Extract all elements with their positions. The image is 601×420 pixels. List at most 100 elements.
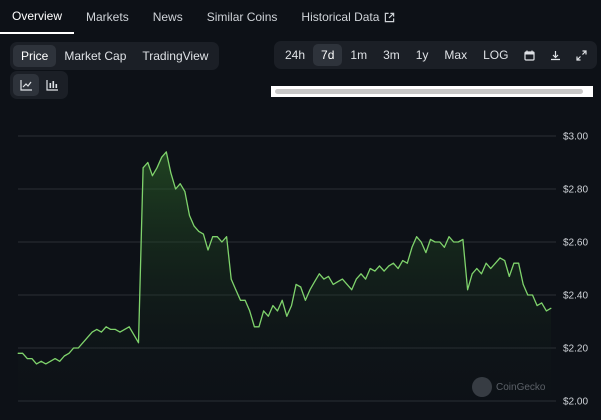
coingecko-watermark: CoinGecko xyxy=(472,377,545,397)
price-point xyxy=(22,352,24,354)
y-tick-label: $2.00 xyxy=(563,397,588,408)
tab-news[interactable]: News xyxy=(141,0,195,34)
line-chart-button[interactable] xyxy=(13,74,39,96)
coingecko-logo-icon xyxy=(472,377,492,397)
price-point xyxy=(253,326,255,328)
price-point xyxy=(383,270,385,272)
price-point xyxy=(267,315,269,317)
range-7d-button[interactable]: 7d xyxy=(313,44,343,66)
price-point xyxy=(151,175,153,177)
price-point xyxy=(513,262,515,264)
price-point xyxy=(91,331,93,333)
price-point xyxy=(351,289,353,291)
price-point xyxy=(374,270,376,272)
price-point xyxy=(522,283,524,285)
price-point xyxy=(550,307,552,309)
range-3m-button[interactable]: 3m xyxy=(375,44,408,66)
price-point xyxy=(536,305,538,307)
external-link-icon xyxy=(385,12,395,22)
price-point xyxy=(286,315,288,317)
price-point xyxy=(346,283,348,285)
price-point xyxy=(527,294,529,296)
range-toolbar: 24h 7d 1m 3m 1y Max LOG xyxy=(274,41,598,69)
price-point xyxy=(17,352,19,354)
price-point xyxy=(485,262,487,264)
tab-markets[interactable]: Markets xyxy=(74,0,141,34)
price-point xyxy=(291,305,292,307)
price-point xyxy=(416,236,418,238)
price-point xyxy=(406,262,408,264)
price-point xyxy=(207,249,209,251)
price-point xyxy=(518,262,520,264)
price-point xyxy=(272,305,274,307)
price-point xyxy=(369,268,371,269)
price-point xyxy=(281,299,283,301)
range-max-button[interactable]: Max xyxy=(436,44,475,66)
price-point xyxy=(235,289,237,291)
price-point xyxy=(457,241,459,243)
y-tick-label: $2.40 xyxy=(563,291,588,302)
price-point xyxy=(402,260,404,262)
range-1m-button[interactable]: 1m xyxy=(342,44,375,66)
price-point xyxy=(332,283,334,285)
candlestick-chart-button[interactable] xyxy=(39,74,65,96)
range-24h-button[interactable]: 24h xyxy=(277,44,313,66)
candlestick-chart-icon xyxy=(45,80,58,91)
date-range-button[interactable] xyxy=(516,44,542,66)
download-button[interactable] xyxy=(542,44,568,66)
fullscreen-button[interactable] xyxy=(568,44,594,66)
price-point xyxy=(68,352,70,354)
expand-icon xyxy=(576,49,587,61)
price-point xyxy=(244,299,246,301)
price-chart: $3.00 $2.80 $2.60 $2.40 $2.20 $2.00 xyxy=(17,132,588,420)
price-point xyxy=(63,355,65,357)
price-point xyxy=(226,236,228,238)
price-point xyxy=(138,342,139,344)
price-point xyxy=(179,183,181,185)
price-point xyxy=(170,172,172,174)
tradingview-button[interactable]: TradingView xyxy=(134,45,216,67)
price-point xyxy=(504,260,506,262)
price-point xyxy=(100,331,102,333)
price-point xyxy=(448,236,450,238)
price-point xyxy=(36,363,37,365)
price-point xyxy=(193,225,195,227)
price-point xyxy=(156,167,158,169)
price-point xyxy=(379,265,380,267)
price-button[interactable]: Price xyxy=(13,45,57,67)
price-point xyxy=(397,268,399,269)
price-point xyxy=(87,336,88,338)
tab-overview[interactable]: Overview xyxy=(0,0,75,34)
price-point xyxy=(198,230,200,232)
price-point xyxy=(476,268,478,269)
chart-scrollbar[interactable] xyxy=(271,86,593,97)
price-point xyxy=(105,326,107,328)
price-point xyxy=(277,310,278,312)
price-point xyxy=(258,326,260,328)
price-point xyxy=(443,246,445,248)
tab-similar-coins[interactable]: Similar Coins xyxy=(195,0,290,34)
price-point xyxy=(184,191,186,193)
price-point xyxy=(453,241,455,243)
scrollbar-thumb[interactable] xyxy=(275,89,583,94)
price-point xyxy=(31,358,33,360)
price-point xyxy=(328,275,329,277)
market-cap-button[interactable]: Market Cap xyxy=(56,45,134,67)
y-tick-label: $2.60 xyxy=(563,238,588,249)
tab-historical-data[interactable]: Historical Data xyxy=(289,0,407,34)
price-point xyxy=(54,358,56,360)
price-point xyxy=(467,289,469,291)
price-point xyxy=(545,310,547,312)
price-point xyxy=(175,188,177,190)
log-scale-button[interactable]: LOG xyxy=(475,44,516,66)
price-point xyxy=(82,342,84,344)
price-point xyxy=(26,358,28,360)
price-point xyxy=(114,328,116,330)
price-point xyxy=(532,294,533,296)
price-point xyxy=(430,238,431,240)
price-point xyxy=(142,167,144,169)
price-point xyxy=(221,241,223,243)
price-point xyxy=(337,281,339,283)
range-1y-button[interactable]: 1y xyxy=(408,44,437,66)
y-axis-labels: $3.00 $2.80 $2.60 $2.40 $2.20 $2.00 xyxy=(563,132,588,408)
